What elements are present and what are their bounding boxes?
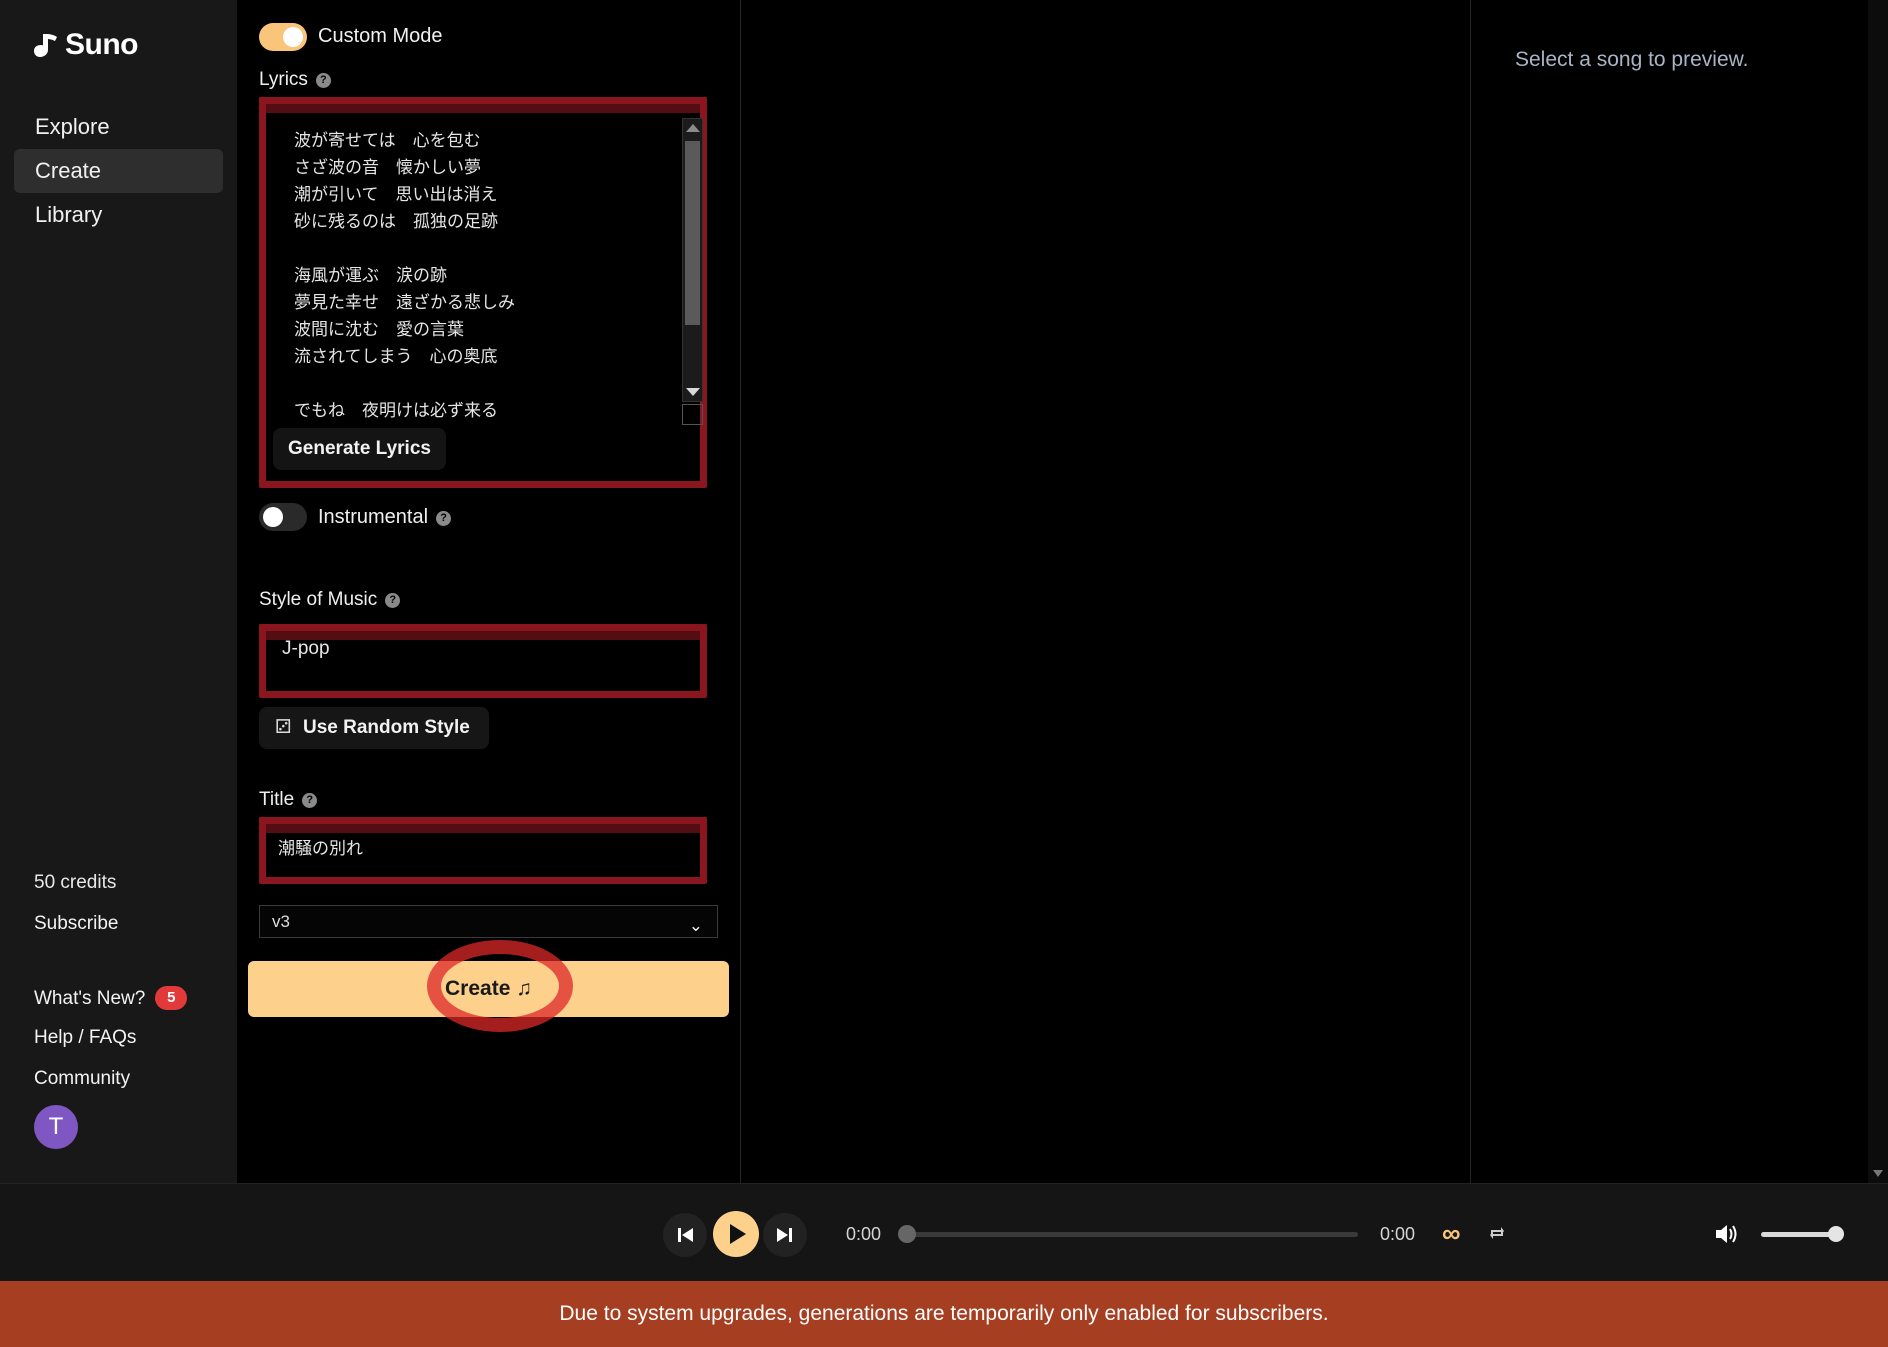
title-input[interactable]: 潮騒の別れ [278,834,363,859]
resize-grip-icon[interactable] [682,404,703,425]
nav-item-create[interactable]: Create [14,149,223,193]
lyrics-label-text: Lyrics [259,69,308,90]
help-icon[interactable]: ? [436,511,452,526]
main-nav: Explore Create Library [14,105,223,237]
infinity-loop-icon[interactable]: ∞ [1442,1218,1461,1249]
random-style-button[interactable]: ⚂ Use Random Style [259,707,489,749]
help-icon[interactable]: ? [385,593,401,608]
lyrics-label: Lyrics? [259,69,331,91]
generate-lyrics-button[interactable]: Generate Lyrics [273,428,446,470]
player-bar: 0:00 0:00 ∞ [0,1183,1888,1281]
nav-item-library[interactable]: Library [14,193,223,237]
volume-icon[interactable] [1714,1223,1738,1245]
custom-mode-toggle[interactable] [259,23,307,51]
progress-handle[interactable] [898,1225,916,1243]
credits-count: 50 credits [34,872,117,893]
suno-logo-icon [34,34,57,57]
model-version-select[interactable]: v3 ⌄ [259,905,718,938]
user-avatar[interactable]: T [34,1105,78,1149]
scroll-down-icon[interactable] [1873,1170,1883,1177]
duration-time: 0:00 [1380,1224,1416,1244]
progress-bar[interactable] [907,1232,1358,1237]
preview-hint: Select a song to preview. [1515,48,1749,71]
lyrics-scrollbar[interactable] [682,118,703,402]
custom-mode-label: Custom Mode [318,25,443,47]
scroll-down-icon[interactable] [686,388,700,396]
skip-forward-icon [777,1228,792,1242]
whats-new-link[interactable]: What's New? 5 [34,986,188,1010]
volume-handle[interactable] [1828,1226,1844,1242]
help-icon[interactable]: ? [302,793,318,808]
style-annotation-box [259,624,707,698]
repeat-icon[interactable] [1488,1224,1506,1242]
panel-divider [740,0,741,1183]
suno-logo[interactable]: Suno [33,28,139,62]
title-label: Title? [259,789,318,811]
whats-new-label: What's New? [34,988,146,1009]
play-button[interactable] [713,1211,759,1257]
style-input[interactable]: J-pop [282,638,330,660]
sidebar: Suno Explore Create Library 50 credits S… [0,0,237,1183]
nav-item-explore[interactable]: Explore [14,105,223,149]
model-version-value: v3 [272,912,290,931]
help-faqs-link[interactable]: Help / FAQs [34,1027,136,1049]
whats-new-badge: 5 [155,986,188,1010]
scroll-up-icon[interactable] [686,124,700,132]
subscribe-link[interactable]: Subscribe [34,913,119,935]
style-label: Style of Music? [259,589,401,611]
previous-track-button[interactable] [663,1213,707,1257]
panel-divider [1470,0,1471,1183]
brand-name: Suno [65,28,139,61]
scroll-thumb[interactable] [685,141,700,325]
volume-slider[interactable] [1761,1232,1836,1237]
title-label-text: Title [259,789,295,810]
toggle-knob [283,27,303,47]
page-scrollbar[interactable] [1868,0,1888,1183]
instrumental-toggle[interactable] [259,503,307,531]
random-style-label: Use Random Style [303,717,470,738]
style-label-text: Style of Music [259,589,378,610]
play-icon [730,1224,746,1244]
dice-icon: ⚂ [275,717,292,738]
instrumental-label: Instrumental? [318,506,452,529]
lyrics-textarea[interactable]: 波が寄せては 心を包む さざ波の音 懐かしい夢 潮が引いて 思い出は消え 砂に残… [294,128,674,425]
toggle-knob [263,507,283,527]
community-link[interactable]: Community [34,1068,130,1090]
create-annotation-circle [427,940,573,1032]
skip-back-icon [678,1228,693,1242]
help-icon[interactable]: ? [315,73,331,88]
chevron-down-icon: ⌄ [688,916,703,935]
instrumental-label-text: Instrumental [318,506,429,528]
next-track-button[interactable] [763,1213,807,1257]
system-notice-banner: Due to system upgrades, generations are … [0,1281,1888,1347]
elapsed-time: 0:00 [846,1224,882,1244]
